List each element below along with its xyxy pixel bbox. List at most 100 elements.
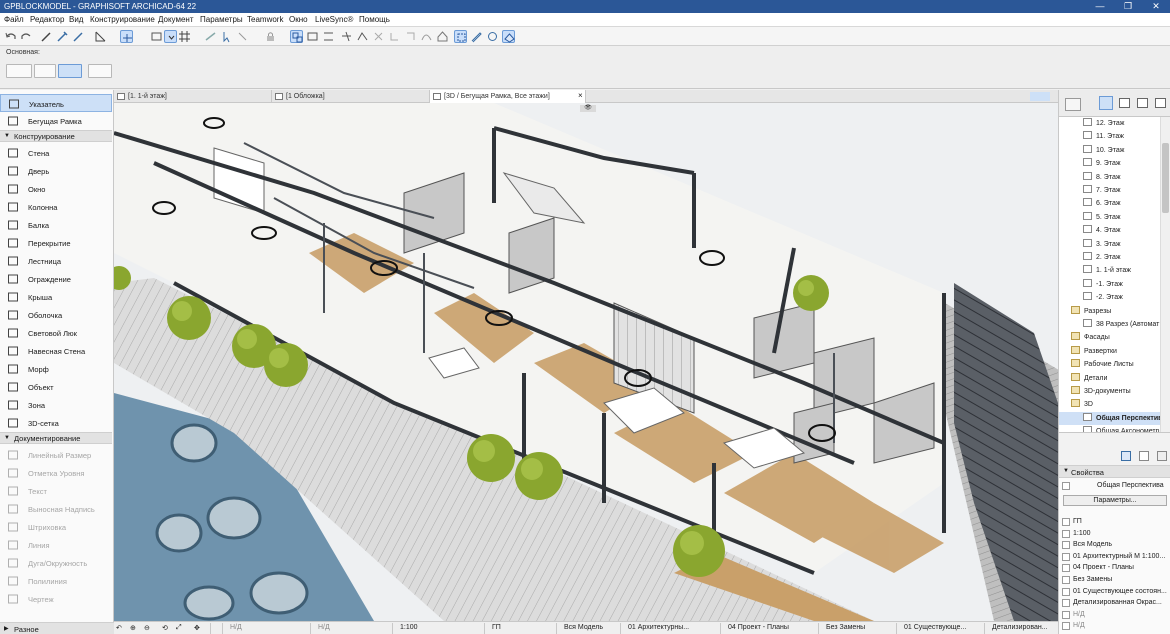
guide-lines-icon[interactable]: [94, 30, 107, 43]
project-map-icon[interactable]: [1099, 96, 1113, 110]
tool-toolbox-groups-0-tools-8[interactable]: Крыша: [0, 288, 112, 306]
navigator-item[interactable]: 5. Этаж: [1059, 211, 1161, 224]
navigator-item[interactable]: 1. 1-й этаж: [1059, 264, 1161, 277]
navigator-item[interactable]: -1. Этаж: [1059, 278, 1161, 291]
property-value[interactable]: Без Замены: [1073, 576, 1112, 583]
tool-toolbox-groups-0-tools-13[interactable]: Объект: [0, 378, 112, 396]
navigator-item[interactable]: -2. Этаж: [1059, 291, 1161, 304]
settings-icon[interactable]: [1121, 451, 1131, 461]
maximize-button[interactable]: ❐: [1114, 0, 1142, 13]
suspend-groups-icon[interactable]: [306, 30, 319, 43]
property-value[interactable]: 01 Существующее состоян...: [1073, 588, 1167, 595]
menu-edit[interactable]: Редактор: [30, 15, 64, 24]
menu-help[interactable]: Помощь: [359, 15, 390, 24]
tool-toolbox-groups-1-tools-3[interactable]: Выносная Надпись: [0, 500, 112, 518]
pan-icon[interactable]: ✥: [194, 624, 200, 632]
tool-toolbox-top_tools-0[interactable]: Указатель: [0, 94, 112, 112]
menu-options[interactable]: Параметры: [200, 15, 243, 24]
curve-icon[interactable]: [420, 30, 433, 43]
navigator-item[interactable]: 6. Этаж: [1059, 197, 1161, 210]
navigator-item[interactable]: Рабочие Листы: [1059, 358, 1161, 371]
tool-toolbox-groups-0-tools-14[interactable]: Зона: [0, 396, 112, 414]
clone-icon[interactable]: [1139, 451, 1149, 461]
status-item[interactable]: Детализирован...: [992, 624, 1048, 631]
tool-toolbox-groups-0-tools-12[interactable]: Морф: [0, 360, 112, 378]
view-map-icon[interactable]: [1119, 98, 1130, 108]
inject-icon[interactable]: [72, 30, 85, 43]
menu-teamwork[interactable]: Teamwork: [247, 15, 283, 24]
tool-toolbox-top_tools-1[interactable]: Бегущая Рамка: [0, 112, 112, 130]
tool-toolbox-groups-0-tools-4[interactable]: Балка: [0, 216, 112, 234]
parameters-button[interactable]: Параметры...: [1063, 495, 1167, 506]
layout-book-icon[interactable]: [1137, 98, 1148, 108]
navigator-item[interactable]: 2. Этаж: [1059, 251, 1161, 264]
scrollbar-thumb[interactable]: [1162, 143, 1169, 213]
navigator-item[interactable]: Общая Перспектива: [1059, 411, 1166, 425]
property-value[interactable]: Н/Д: [1073, 611, 1085, 618]
adjust-icon[interactable]: [356, 30, 369, 43]
navigator-item[interactable]: 11. Этаж: [1059, 130, 1161, 143]
tool-toolbox-groups-0-tools-5[interactable]: Перекрытие: [0, 234, 112, 252]
split-icon[interactable]: [340, 30, 353, 43]
cursor-icon[interactable]: [220, 30, 233, 43]
navigator-item[interactable]: 3D: [1059, 398, 1161, 411]
fillet-icon[interactable]: [388, 30, 401, 43]
status-item[interactable]: 04 Проект - Планы: [728, 624, 789, 631]
3d-style-icon[interactable]: [502, 30, 515, 43]
tool-toolbox-groups-1-tools-2[interactable]: Текст: [0, 482, 112, 500]
tool-toolbox-groups-1-tools-8[interactable]: Чертеж: [0, 590, 112, 608]
layers-icon[interactable]: [150, 30, 163, 43]
publisher-sets-icon[interactable]: [1155, 98, 1166, 108]
undo-icon[interactable]: [4, 30, 17, 43]
menu-document[interactable]: Документ: [158, 15, 194, 24]
eyedropper-icon[interactable]: [56, 30, 69, 43]
tool-toolbox-groups-1-tools-1[interactable]: Отметка Уровня: [0, 464, 112, 482]
align-icon[interactable]: [236, 30, 249, 43]
tab-view-0[interactable]: [1. 1-й этаж]: [114, 90, 272, 103]
properties-header[interactable]: ▼ Свойства: [1058, 465, 1170, 478]
tab-menu-icon[interactable]: [1030, 92, 1050, 101]
tab-view-2[interactable]: [3D / Бегущая Рамка, Все этажи]: [430, 90, 586, 103]
snap-guides-icon[interactable]: [120, 30, 133, 43]
grid-icon[interactable]: [178, 30, 191, 43]
close-button[interactable]: ✕: [1142, 0, 1170, 13]
orbit-icon[interactable]: ⟲: [162, 624, 168, 632]
navigator-item[interactable]: Развертки: [1059, 345, 1161, 358]
tab-view-1[interactable]: [1 Обложка]: [272, 90, 430, 103]
navigator-item[interactable]: Общая Аксонометр: [1059, 425, 1161, 432]
3d-selection-icon[interactable]: [454, 30, 467, 43]
house-icon[interactable]: [436, 30, 449, 43]
tool-toolbox-groups-0-tools-15[interactable]: 3D-сетка: [0, 414, 112, 432]
status-item[interactable]: Н/Д: [230, 624, 242, 631]
pick-up-icon[interactable]: [40, 30, 53, 43]
fit-window-icon[interactable]: ⤢: [176, 624, 182, 632]
status-item[interactable]: Н/Д: [318, 624, 330, 631]
navigator-scrollbar[interactable]: [1160, 117, 1170, 432]
rotate-view-icon[interactable]: [486, 30, 499, 43]
tool-toolbox-groups-0-tools-9[interactable]: Оболочка: [0, 306, 112, 324]
property-value[interactable]: ГП: [1073, 518, 1082, 525]
3d-viewport[interactable]: 👁: [114, 103, 1058, 621]
tab-close-button[interactable]: ×: [578, 90, 583, 102]
menu-window[interactable]: Окно: [289, 15, 308, 24]
navigator-item[interactable]: Фасады: [1059, 331, 1161, 344]
marquee-all-stories-icon[interactable]: [58, 64, 82, 78]
trace-icon[interactable]: [204, 30, 217, 43]
navigator-item[interactable]: 3. Этаж: [1059, 238, 1161, 251]
tool-toolbox-groups-1-tools-6[interactable]: Дуга/Окружность: [0, 554, 112, 572]
tool-toolbox-groups-0-tools-7[interactable]: Ограждение: [0, 270, 112, 288]
property-value[interactable]: Детализированная Окрас...: [1073, 599, 1162, 606]
zoom-out-icon[interactable]: ⊖: [144, 624, 150, 632]
tool-group-1[interactable]: ▼ Документирование: [0, 432, 112, 444]
undo-view-icon[interactable]: ↶: [116, 624, 122, 632]
tool-group-0[interactable]: ▼ Конструирование: [0, 130, 112, 142]
tool-toolbox-groups-0-tools-11[interactable]: Навесная Стена: [0, 342, 112, 360]
status-item[interactable]: 1:100: [400, 624, 418, 631]
delete-icon[interactable]: [1157, 451, 1167, 461]
intersect-icon[interactable]: [372, 30, 385, 43]
redo-icon[interactable]: [20, 30, 33, 43]
navigator-item[interactable]: 12. Этаж: [1059, 117, 1161, 130]
navigator-item[interactable]: 10. Этаж: [1059, 144, 1161, 157]
tool-toolbox-groups-0-tools-2[interactable]: Окно: [0, 180, 112, 198]
navigator-item[interactable]: 9. Этаж: [1059, 157, 1161, 170]
